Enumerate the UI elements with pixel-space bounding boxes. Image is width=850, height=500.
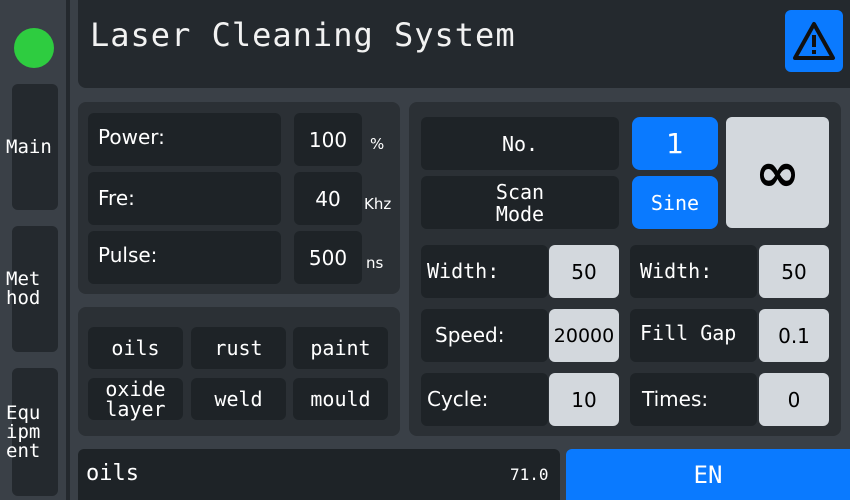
power-label: Power: — [98, 125, 165, 149]
selected-material-text: oils — [86, 461, 139, 486]
warning-icon — [793, 22, 835, 60]
no-label: No. — [421, 117, 619, 170]
width-left-label: Width: — [427, 259, 500, 283]
fre-label: Fre: — [98, 186, 135, 210]
nav-main-button[interactable]: Main — [6, 84, 58, 210]
cycle-label: Cycle: — [427, 387, 489, 411]
speed-label: Speed: — [435, 323, 505, 347]
warning-button[interactable] — [785, 10, 843, 72]
material-mould-button[interactable]: mould — [293, 378, 388, 420]
material-oils-button[interactable]: oils — [88, 327, 183, 369]
rail-divider — [66, 0, 70, 500]
fre-label-cell: Fre: — [88, 172, 281, 225]
status-bar: oils 71.0 — [78, 449, 560, 500]
enable-button[interactable]: EN — [566, 449, 850, 500]
width-left-label-cell: Width: — [421, 245, 548, 298]
width-left-value[interactable]: 50 — [549, 245, 619, 298]
nav-method-button[interactable]: Method — [6, 226, 58, 352]
material-paint-button[interactable]: paint — [293, 327, 388, 369]
speed-value[interactable]: 20000 — [549, 309, 619, 362]
nav-equipment-label: Equipment — [6, 401, 41, 462]
cycle-value[interactable]: 10 — [549, 373, 619, 426]
scan-number-button[interactable]: 1 — [632, 117, 718, 170]
fre-unit: Khz — [364, 195, 392, 213]
fre-value[interactable]: 40 — [294, 172, 362, 225]
page-title: Laser Cleaning System — [90, 16, 516, 54]
nav-equipment-button[interactable]: Equipment — [6, 368, 58, 496]
times-label: Times: — [642, 387, 709, 411]
power-unit: % — [370, 135, 385, 153]
nav-main-label: Main — [6, 135, 52, 158]
scan-mode-label-cell: Scan Mode — [421, 176, 619, 229]
pulse-value[interactable]: 500 — [294, 231, 362, 284]
material-rust-button[interactable]: rust — [191, 327, 286, 369]
infinity-icon: ∞ — [755, 141, 800, 204]
times-value[interactable]: 0 — [759, 373, 829, 426]
pulse-unit: ns — [366, 254, 384, 272]
power-label-cell: Power: — [88, 113, 281, 166]
width-right-label: Width: — [640, 259, 713, 283]
fill-gap-label-cell: Fill Gap — [630, 309, 757, 362]
width-right-label-cell: Width: — [630, 245, 757, 298]
material-oxide-layer-label: oxide layer — [105, 377, 166, 421]
material-weld-button[interactable]: weld — [191, 378, 286, 420]
width-right-value[interactable]: 50 — [759, 245, 829, 298]
speed-label-cell: Speed: — [421, 309, 548, 362]
pulse-label: Pulse: — [98, 243, 158, 267]
fill-gap-label: Fill Gap — [640, 321, 737, 345]
scan-mode-label: Scan Mode — [495, 179, 545, 226]
power-value[interactable]: 100 — [294, 113, 362, 166]
scan-mode-button[interactable]: Sine — [632, 176, 718, 229]
cycle-label-cell: Cycle: — [421, 373, 548, 426]
reading-value: 71.0 — [510, 465, 549, 484]
material-oxide-layer-button[interactable]: oxide layer — [88, 378, 183, 420]
nav-method-label: Method — [6, 268, 41, 309]
scan-shape-button[interactable]: ∞ — [726, 117, 829, 228]
times-label-cell: Times: — [630, 373, 757, 426]
fill-gap-value[interactable]: 0.1 — [759, 309, 829, 362]
status-indicator — [14, 28, 54, 68]
pulse-label-cell: Pulse: — [88, 231, 281, 284]
